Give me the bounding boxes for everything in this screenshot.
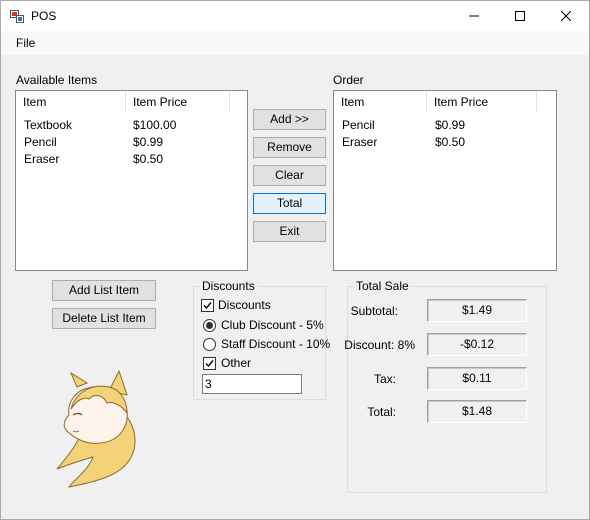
item-name: Pencil — [24, 135, 57, 149]
window-title: POS — [31, 9, 57, 23]
item-name: Eraser — [24, 152, 60, 166]
item-price: $0.99 — [435, 118, 466, 132]
order-list[interactable]: Item Item Price Pencil $0.99 Eraser $0.5… — [333, 90, 557, 271]
available-items-list[interactable]: Item Item Price Textbook $100.00 Pencil … — [15, 90, 248, 271]
total-sale-groupbox: Total Sale Subtotal: $1.49 Discount: 8% … — [344, 279, 547, 493]
club-discount-radio[interactable] — [203, 319, 216, 332]
total-button[interactable]: Total — [253, 193, 326, 214]
total-sale-groupbox-title: Total Sale — [353, 279, 412, 293]
subtotal-label: Subtotal: — [350, 304, 398, 318]
discounts-checkbox[interactable] — [201, 299, 214, 312]
item-price: $0.99 — [133, 135, 164, 149]
exit-button[interactable]: Exit — [253, 221, 326, 242]
menu-file[interactable]: File — [9, 35, 42, 51]
minimize-icon — [469, 15, 479, 17]
clear-button[interactable]: Clear — [253, 165, 326, 186]
total-value: $1.48 — [427, 400, 527, 423]
title-bar: POS — [1, 1, 589, 31]
close-icon — [561, 11, 571, 21]
maximize-button[interactable] — [497, 1, 543, 31]
item-name: Pencil — [342, 118, 375, 132]
item-name: Textbook — [24, 118, 73, 132]
total-label: Total: — [367, 405, 396, 419]
list-header: Item Item Price — [16, 91, 247, 113]
app-icon — [10, 10, 24, 23]
other-checkbox[interactable] — [203, 357, 216, 370]
item-price: $0.50 — [133, 152, 164, 166]
list-item[interactable]: Eraser $0.50 — [16, 151, 247, 168]
radio-selected-dot — [206, 322, 213, 329]
discounts-groupbox-title: Discounts — [199, 279, 258, 293]
list-item[interactable]: Pencil $0.99 — [16, 134, 247, 151]
checkmark-icon — [203, 302, 212, 310]
pos-window: POS File Available Items Item Item Price… — [0, 0, 590, 520]
maximize-icon — [515, 11, 525, 21]
discounts-checkbox-label[interactable]: Discounts — [218, 298, 271, 312]
available-items-label: Available Items — [16, 73, 98, 87]
delete-list-item-button[interactable]: Delete List Item — [52, 308, 156, 329]
tax-label: Tax: — [373, 372, 396, 386]
subtotal-value: $1.49 — [427, 299, 527, 322]
discounts-groupbox: Discounts Discounts Club Discount - 5% S… — [193, 279, 330, 400]
add-button[interactable]: Add >> — [253, 109, 326, 130]
tax-value: $0.11 — [427, 367, 527, 390]
discount-value: -$0.12 — [427, 333, 527, 356]
other-discount-input[interactable] — [202, 374, 302, 394]
staff-discount-radio[interactable] — [203, 338, 216, 351]
discount-label: Discount: 8% — [344, 338, 415, 352]
club-discount-label[interactable]: Club Discount - 5% — [221, 318, 324, 332]
column-header-item-price[interactable]: Item Price — [427, 91, 537, 113]
list-header: Item Item Price — [334, 91, 556, 113]
item-name: Eraser — [342, 135, 378, 149]
order-label: Order — [333, 73, 364, 87]
list-item[interactable]: Eraser $0.50 — [334, 134, 556, 151]
column-header-item-price[interactable]: Item Price — [126, 91, 230, 113]
list-item[interactable]: Textbook $100.00 — [16, 117, 247, 134]
add-list-item-button[interactable]: Add List Item — [52, 280, 156, 301]
staff-discount-label[interactable]: Staff Discount - 10% — [221, 337, 330, 351]
column-header-item[interactable]: Item — [16, 91, 126, 113]
pony-mascot-image — [56, 369, 136, 488]
menu-bar: File — [1, 31, 589, 55]
other-checkbox-label[interactable]: Other — [221, 356, 251, 370]
close-button[interactable] — [543, 1, 589, 31]
item-price: $0.50 — [435, 135, 466, 149]
remove-button[interactable]: Remove — [253, 137, 326, 158]
minimize-button[interactable] — [451, 1, 497, 31]
checkmark-icon — [205, 360, 214, 368]
column-header-item[interactable]: Item — [334, 91, 427, 113]
item-price: $100.00 — [133, 118, 177, 132]
list-item[interactable]: Pencil $0.99 — [334, 117, 556, 134]
